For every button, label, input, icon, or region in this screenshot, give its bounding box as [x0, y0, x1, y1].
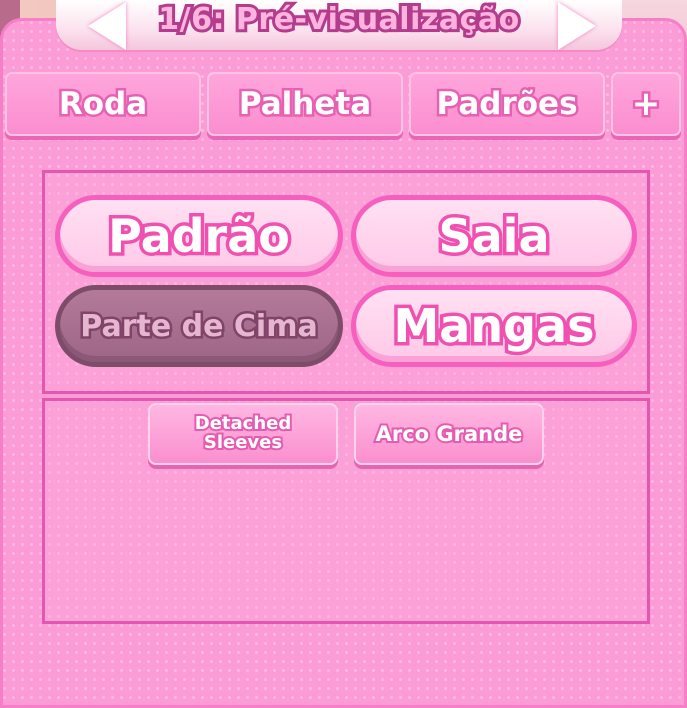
category-mangas-button[interactable]: Mangas: [351, 285, 637, 367]
tab-label: Roda: [56, 84, 149, 125]
item-label: Arco Grande: [374, 421, 525, 447]
item-detached-sleeves-button[interactable]: Detached Sleeves: [148, 403, 338, 465]
preview-header: 1/6: Pré-visualização: [56, 0, 622, 50]
page-title: 1/6: Pré-visualização: [155, 0, 522, 40]
arrow-right-icon[interactable]: [558, 2, 596, 50]
items-box: [42, 398, 650, 624]
category-label: Saia: [435, 206, 553, 267]
tab-label: Padrões: [434, 84, 580, 125]
plus-icon: +: [629, 82, 662, 127]
item-arco-grande-button[interactable]: Arco Grande: [354, 403, 544, 465]
item-label-line2: Sleeves: [202, 431, 284, 454]
tab-roda[interactable]: Roda: [5, 72, 201, 136]
tab-label: Palheta: [236, 84, 373, 125]
item-label-line1: Detached: [193, 412, 294, 435]
category-label: Parte de Cima: [78, 306, 320, 346]
category-parte-de-cima-button[interactable]: Parte de Cima: [55, 285, 343, 367]
add-tab-button[interactable]: +: [611, 72, 681, 136]
arrow-left-icon[interactable]: [88, 2, 126, 50]
item-label: Detached Sleeves: [193, 412, 294, 454]
tab-padroes[interactable]: Padrões: [409, 72, 605, 136]
category-padrao-button[interactable]: Padrão: [55, 195, 343, 277]
tab-palheta[interactable]: Palheta: [207, 72, 403, 136]
category-saia-button[interactable]: Saia: [351, 195, 637, 277]
category-label: Mangas: [390, 296, 598, 357]
category-label: Padrão: [105, 206, 294, 267]
